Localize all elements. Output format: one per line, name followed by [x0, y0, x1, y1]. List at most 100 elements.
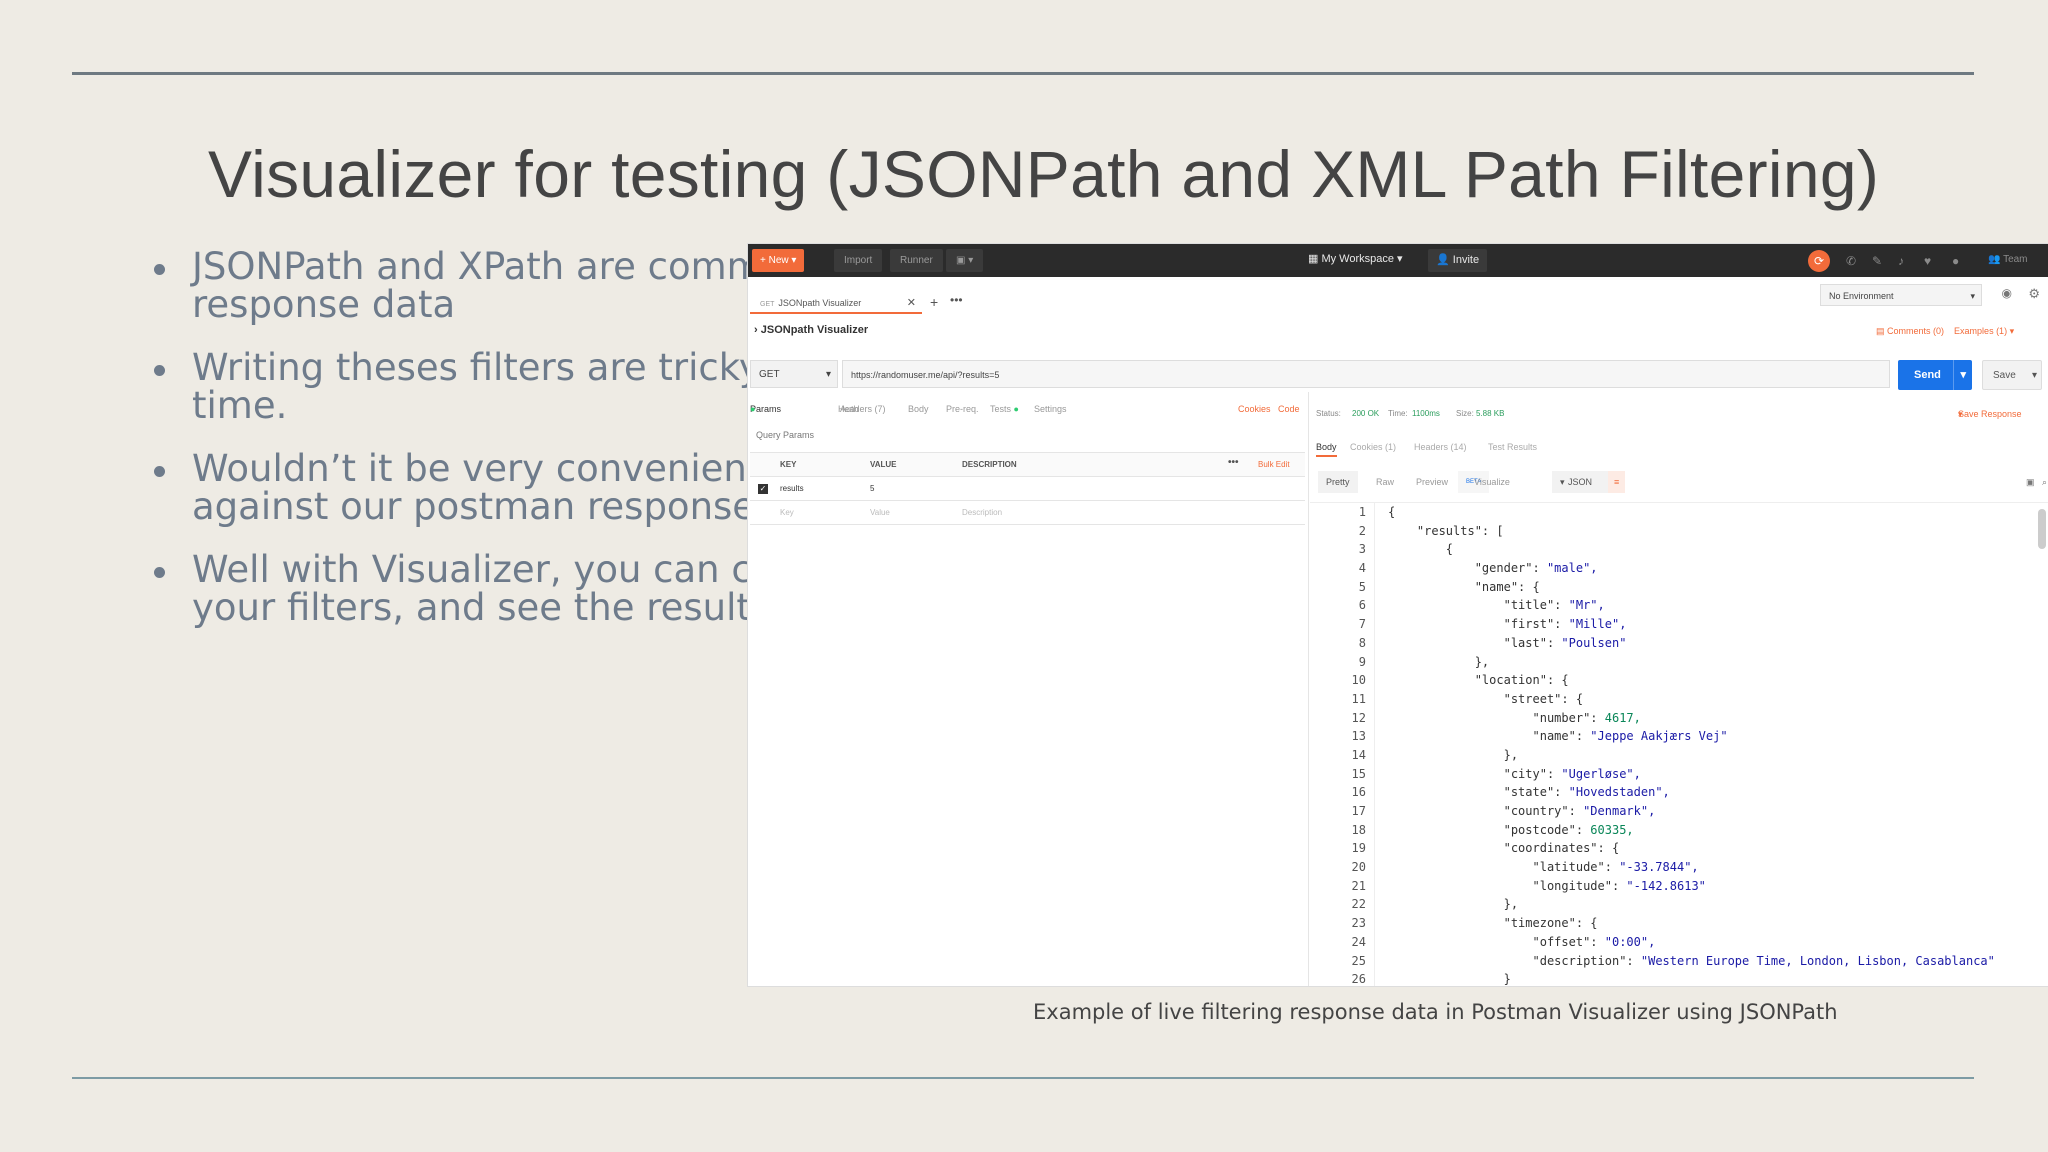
code-line: 5 "name": { [1310, 578, 2048, 597]
code-text: "timezone": { [1388, 916, 1598, 931]
line-number: 15 [1351, 766, 1366, 781]
avatar-icon[interactable]: ● [1952, 254, 1966, 268]
code-text: }, [1388, 747, 1519, 762]
code-line: 22 }, [1310, 895, 2048, 914]
scrollbar[interactable] [2038, 509, 2046, 549]
response-code-view[interactable]: 1{2 "results": [3 {4 "gender": "male", 5 … [1310, 502, 2048, 986]
sync-icon[interactable]: ⟳ [1808, 250, 1830, 272]
tab-jsonpath-visualizer[interactable]: GET JSONpath Visualizer ✕ [750, 292, 922, 314]
wrench-icon[interactable]: ✎ [1872, 254, 1886, 268]
line-number: 25 [1351, 953, 1366, 968]
method-select[interactable]: GET ▾ [750, 360, 838, 388]
format-visualize[interactable]: Visualize BETA [1458, 471, 1510, 493]
code-link[interactable]: Code [1278, 404, 1300, 414]
bullet-item: JSONPath and XPath are comme response da… [148, 248, 748, 324]
param-key[interactable]: results [780, 484, 804, 493]
runner-button[interactable]: Runner [890, 249, 943, 272]
line-number: 20 [1351, 860, 1366, 875]
code-line: 25 "description": "Western Europe Time, … [1310, 952, 2048, 971]
more-icon[interactable]: ••• [1228, 457, 1239, 468]
code-line: 9 }, [1310, 653, 2048, 672]
code-line: 16 "state": "Hovedstaden", [1310, 783, 2048, 802]
workspace-selector[interactable]: ▦ My Workspace ▾ [1308, 252, 1403, 265]
code-line: 24 "offset": "0:00", [1310, 933, 2048, 952]
bullet-line: Well with Visualizer, you can crea [192, 548, 748, 591]
bullet-line: your filters, and see the results as [192, 586, 748, 629]
format-select[interactable]: JSON ▾ [1552, 471, 1608, 493]
bullet-line: against our postman response, ri [192, 485, 748, 528]
tab-headers[interactable]: Headers (7) [838, 404, 886, 414]
postman-screenshot: + New ▾ Import Runner ▣ ▾ ▦ My Workspace… [748, 244, 2048, 986]
format-preview[interactable]: Preview [1408, 471, 1456, 493]
line-number: 19 [1351, 841, 1366, 856]
tab-response-cookies[interactable]: Cookies (1) [1350, 442, 1396, 452]
code-text: "country": "Denmark", [1388, 804, 1656, 818]
tab-response-headers[interactable]: Headers (14) [1414, 442, 1467, 452]
bullet-item: Wouldn’t it be very convenient to agains… [148, 450, 748, 526]
wrap-icon[interactable]: ≡ [1608, 471, 1626, 493]
code-line: 19 "coordinates": { [1310, 839, 2048, 858]
eye-icon[interactable]: ◉ [2002, 286, 2012, 300]
save-button[interactable]: Save ▾ [1982, 360, 2042, 390]
cookies-link[interactable]: Cookies [1238, 404, 1271, 414]
line-number: 5 [1358, 579, 1366, 594]
bullet-dot [154, 567, 165, 578]
tab-prereq[interactable]: Pre-req. [946, 404, 979, 414]
url-input[interactable]: https://randomuser.me/api/?results=5 [842, 360, 1890, 388]
format-raw[interactable]: Raw [1368, 471, 1402, 493]
line-number: 26 [1351, 972, 1366, 986]
tab-response-body[interactable]: Body [1316, 442, 1337, 457]
heart-icon[interactable]: ♥ [1924, 254, 1938, 268]
checkbox[interactable]: ✓ [758, 484, 768, 494]
code-line: 26 } [1310, 970, 2048, 986]
search-icon[interactable]: ⌕ [2034, 471, 2048, 493]
key-placeholder[interactable]: Key [780, 508, 794, 517]
tab-tests[interactable]: Tests ● [990, 404, 1019, 414]
code-line: 11 "street": { [1310, 690, 2048, 709]
figure-caption: Example of live filtering response data … [1033, 1000, 1838, 1024]
team-button[interactable]: 👥 Team [1988, 254, 2048, 268]
environment-select[interactable]: No Environment ▾ [1820, 284, 1982, 306]
size-label: Size: [1456, 409, 1474, 418]
top-rule [72, 72, 1974, 75]
code-text: "longitude": "-142.8613" [1388, 878, 1706, 893]
code-text: "number": 4617, [1388, 710, 1641, 725]
invite-button[interactable]: 👤 Invite [1428, 249, 1488, 272]
examples-link[interactable]: Examples (1) [1954, 326, 2007, 336]
code-text: { [1388, 505, 1396, 519]
bulk-edit-link[interactable]: Bulk Edit [1258, 460, 1290, 469]
code-line: 14 }, [1310, 746, 2048, 765]
description-placeholder[interactable]: Description [962, 508, 1002, 517]
time-label: Time: [1388, 409, 1408, 418]
code-line: 23 "timezone": { [1310, 914, 2048, 933]
comments-link[interactable]: ▤ Comments (0) Examples (1) ▾ [1876, 326, 2014, 337]
collection-title[interactable]: › JSONpath Visualizer [754, 324, 868, 336]
bell-icon[interactable]: ♪ [1898, 254, 1912, 268]
send-button[interactable]: Send ▾ [1898, 360, 1972, 390]
gear-icon[interactable]: ⚙ [2028, 286, 2040, 302]
import-button[interactable]: Import [834, 249, 883, 272]
tab-test-results[interactable]: Test Results [1488, 442, 1537, 452]
new-button[interactable]: + New ▾ [752, 249, 805, 272]
value-placeholder[interactable]: Value [870, 508, 890, 517]
code-text: "description": "Western Europe Time, Lon… [1388, 953, 1995, 968]
params-header-row: KEY VALUE DESCRIPTION ••• Bulk Edit [750, 453, 1305, 477]
more-icon[interactable]: ••• [950, 293, 963, 307]
format-pretty[interactable]: Pretty [1318, 471, 1358, 493]
code-text: } [1388, 972, 1511, 986]
code-text: "title": "Mr", [1388, 598, 1605, 613]
param-value[interactable]: 5 [870, 484, 874, 493]
line-number: 16 [1351, 785, 1366, 800]
tab-body[interactable]: Body [908, 404, 929, 414]
tab-method: GET [760, 301, 775, 308]
add-tab-icon[interactable]: + [930, 294, 938, 310]
save-response-button[interactable]: Save Response ▾ [1958, 409, 2022, 420]
key-header: KEY [780, 460, 797, 469]
tab-settings[interactable]: Settings [1034, 404, 1067, 414]
new-window-button[interactable]: ▣ ▾ [946, 249, 984, 272]
line-number: 23 [1351, 916, 1366, 931]
satellite-icon[interactable]: ✆ [1846, 254, 1860, 268]
pane-divider[interactable] [1308, 392, 1309, 986]
close-icon[interactable]: ✕ [907, 292, 916, 314]
size-value: 5.88 KB [1476, 409, 1505, 418]
